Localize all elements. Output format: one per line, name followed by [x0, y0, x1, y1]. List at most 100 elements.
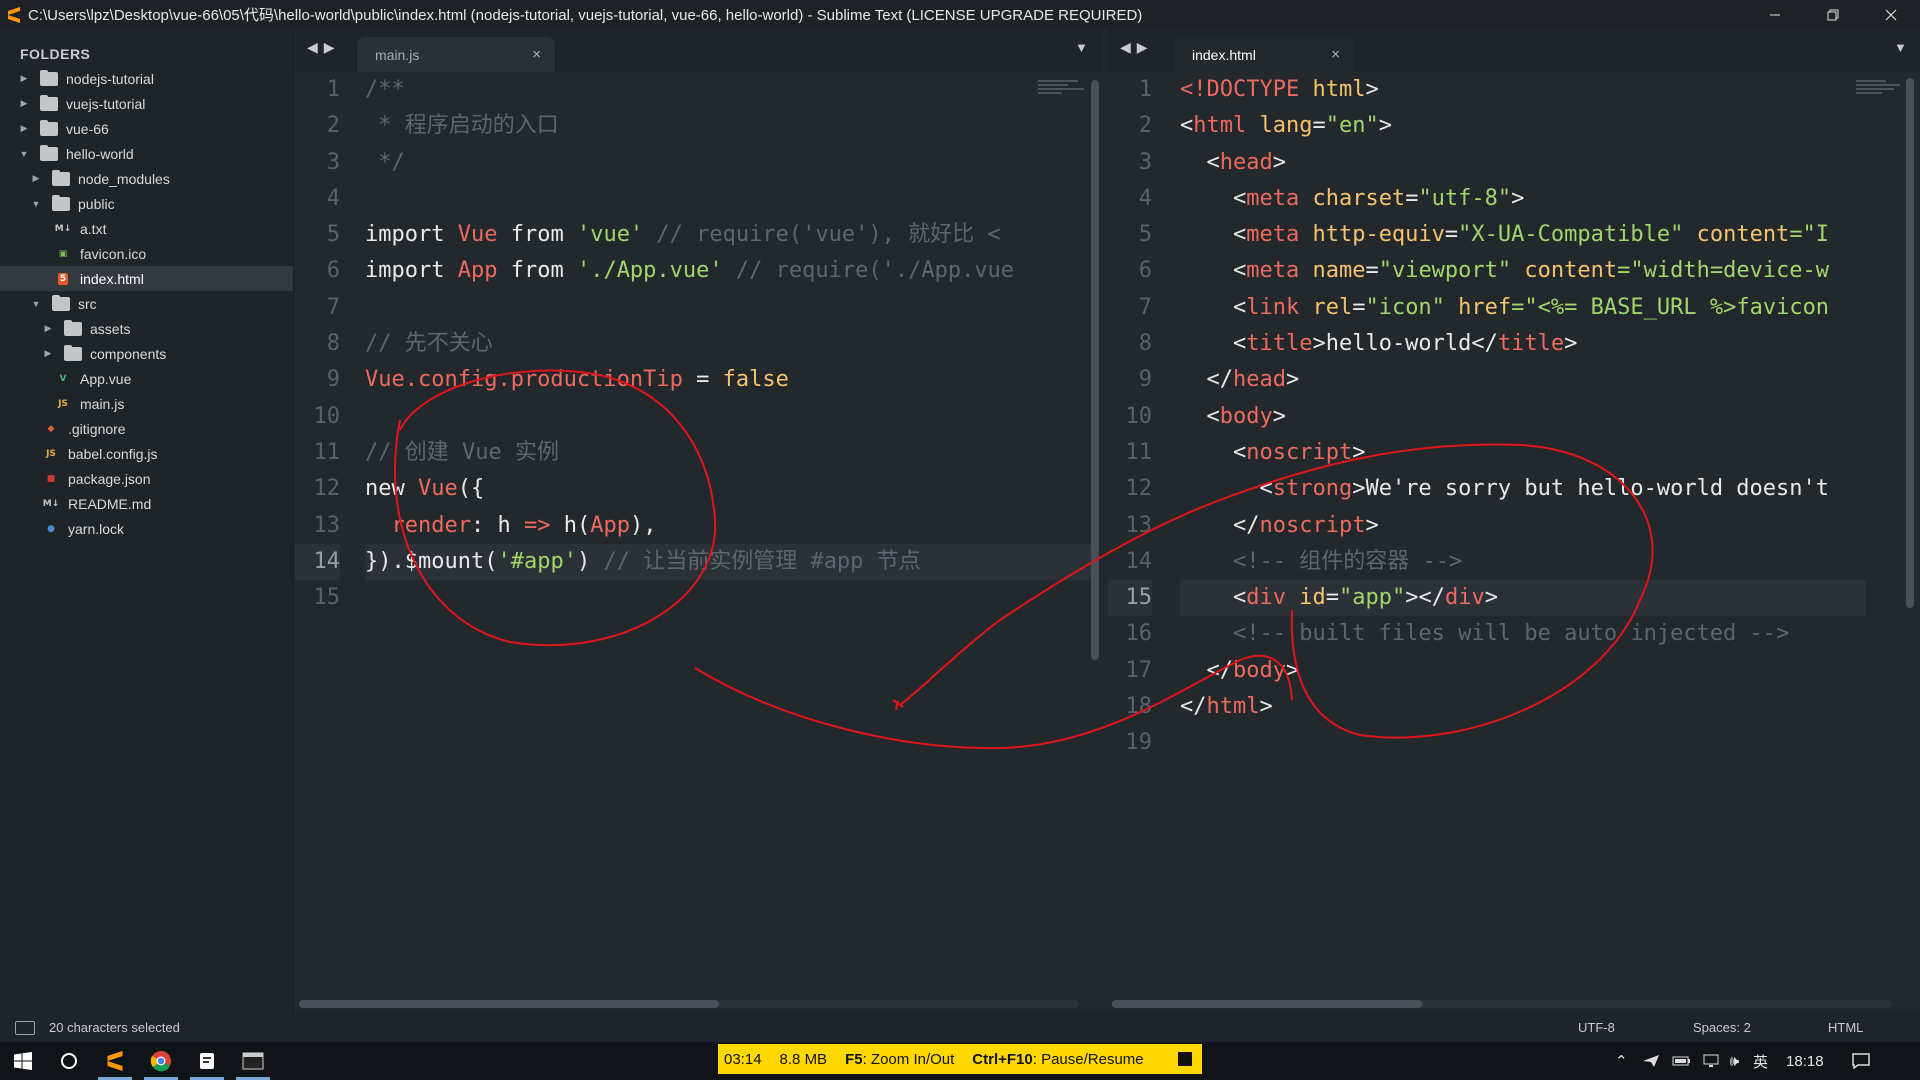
code-area[interactable]: /** * 程序启动的入口 */ import Vue from 'vue' /…: [365, 72, 1093, 616]
sidebar-item-src[interactable]: ▼ src: [0, 291, 293, 316]
code-line[interactable]: <!-- built files will be auto injected -…: [1180, 616, 1866, 652]
expanded-arrow-icon[interactable]: ▼: [30, 199, 42, 209]
tray-overflow-icon[interactable]: ⌃: [1615, 1052, 1628, 1070]
code-line[interactable]: import App from './App.vue' // require('…: [365, 253, 1093, 289]
windows-start-icon[interactable]: [0, 1042, 46, 1080]
sidebar-item-main-js[interactable]: JS main.js: [0, 391, 293, 416]
tab-close-icon[interactable]: ×: [1331, 46, 1340, 63]
collapsed-arrow-icon[interactable]: ▶: [18, 73, 30, 84]
tab-index-html[interactable]: index.html ×: [1174, 37, 1354, 72]
collapsed-arrow-icon[interactable]: ▶: [18, 123, 30, 134]
tab-main-js[interactable]: main.js ×: [357, 37, 555, 72]
sidebar-item-app-vue[interactable]: V App.vue: [0, 366, 293, 391]
sidebar-item-vue-66[interactable]: ▶ vue-66: [0, 116, 293, 141]
ime-indicator[interactable]: 英: [1753, 1051, 1768, 1072]
code-line[interactable]: <head>: [1180, 145, 1866, 181]
sidebar-item-babel-config-js[interactable]: JS babel.config.js: [0, 441, 293, 466]
code-line[interactable]: render: h => h(App),: [365, 508, 1093, 544]
code-line[interactable]: <meta charset="utf-8">: [1180, 181, 1866, 217]
vertical-scrollbar[interactable]: [1091, 80, 1099, 660]
sidebar-item-yarn-lock[interactable]: ● yarn.lock: [0, 516, 293, 541]
close-window-button[interactable]: [1862, 0, 1920, 29]
terminal-icon[interactable]: [230, 1042, 276, 1080]
code-line[interactable]: <link rel="icon" href="<%= BASE_URL %>fa…: [1180, 290, 1866, 326]
code-line[interactable]: [1180, 725, 1866, 761]
panel-toggle-icon[interactable]: [15, 1020, 35, 1035]
horizontal-scrollbar[interactable]: [299, 1000, 719, 1008]
code-line[interactable]: [365, 290, 1093, 326]
code-line[interactable]: }).$mount('#app') // 让当前实例管理 #app 节点: [365, 543, 1093, 581]
clock[interactable]: 18:18: [1786, 1053, 1824, 1070]
code-token: </: [1180, 657, 1233, 683]
code-line[interactable]: */: [365, 145, 1093, 181]
sidebar-item-readme-md[interactable]: M↓ README.md: [0, 491, 293, 516]
volume-icon[interactable]: 🕪: [1730, 1053, 1739, 1070]
sublime-text-icon[interactable]: [92, 1042, 138, 1080]
code-token: : h: [470, 512, 524, 538]
sidebar-item--gitignore[interactable]: ◆ .gitignore: [0, 416, 293, 441]
sidebar-item-package-json[interactable]: ■ package.json: [0, 466, 293, 491]
collapsed-arrow-icon[interactable]: ▶: [42, 348, 54, 359]
vertical-scrollbar[interactable]: [1906, 78, 1914, 608]
code-line[interactable]: [365, 181, 1093, 217]
code-line[interactable]: * 程序启动的入口: [365, 108, 1093, 144]
horizontal-scrollbar[interactable]: [1112, 1000, 1422, 1008]
code-line[interactable]: <title>hello-world</title>: [1180, 326, 1866, 362]
indent-status[interactable]: Spaces: 2: [1693, 1013, 1751, 1042]
minimap[interactable]: [1038, 78, 1088, 106]
notes-app-icon[interactable]: [184, 1042, 230, 1080]
cortana-search-icon[interactable]: [46, 1042, 92, 1080]
code-line[interactable]: </html>: [1180, 689, 1866, 725]
sidebar-item-favicon-ico[interactable]: ▣ favicon.ico: [0, 241, 293, 266]
expanded-arrow-icon[interactable]: ▼: [30, 299, 42, 309]
editor-main-js[interactable]: 1 2 3 4 5 6 7 8 9 10 11 12 13 14 15 /** * 程序启动的入口 */ i…: [295, 72, 1103, 1012]
collapsed-arrow-icon[interactable]: ▶: [30, 173, 42, 184]
code-line[interactable]: [365, 580, 1093, 616]
sidebar-item-a-txt[interactable]: M↓ a.txt: [0, 216, 293, 241]
code-line[interactable]: <body>: [1180, 399, 1866, 435]
code-line[interactable]: <meta name="viewport" content="width=dev…: [1180, 253, 1866, 289]
tab-nav-arrows[interactable]: ◀▶: [1120, 39, 1154, 56]
code-line[interactable]: </noscript>: [1180, 508, 1866, 544]
syntax-status[interactable]: HTML: [1828, 1013, 1863, 1042]
code-line[interactable]: <strong>We're sorry but hello-world does…: [1180, 471, 1866, 507]
code-line[interactable]: [365, 399, 1093, 435]
code-line[interactable]: Vue.config.productionTip = false: [365, 362, 1093, 398]
tab-dropdown-icon[interactable]: ▼: [1075, 40, 1088, 55]
code-line[interactable]: </head>: [1180, 362, 1866, 398]
code-line[interactable]: <noscript>: [1180, 435, 1866, 471]
code-line[interactable]: /**: [365, 72, 1093, 108]
chrome-icon[interactable]: [138, 1042, 184, 1080]
collapsed-arrow-icon[interactable]: ▶: [42, 323, 54, 334]
code-line[interactable]: // 创建 Vue 实例: [365, 435, 1093, 471]
tab-close-icon[interactable]: ×: [532, 46, 541, 63]
sidebar-item-vuejs-tutorial[interactable]: ▶ vuejs-tutorial: [0, 91, 293, 116]
sidebar-item-assets[interactable]: ▶ assets: [0, 316, 293, 341]
sidebar-item-node-modules[interactable]: ▶ node_modules: [0, 166, 293, 191]
encoding-status[interactable]: UTF-8: [1578, 1013, 1615, 1042]
minimize-button[interactable]: [1746, 0, 1804, 29]
collapsed-arrow-icon[interactable]: ▶: [18, 98, 30, 109]
code-line[interactable]: <html lang="en">: [1180, 108, 1866, 144]
code-area[interactable]: <!DOCTYPE html> <html lang="en"> <head> <…: [1180, 72, 1866, 762]
code-line[interactable]: import Vue from 'vue' // require('vue'),…: [365, 217, 1093, 253]
expanded-arrow-icon[interactable]: ▼: [18, 149, 30, 159]
code-line[interactable]: // 先不关心: [365, 326, 1093, 362]
code-line[interactable]: <!-- 组件的容器 -->: [1180, 544, 1866, 580]
sidebar-item-hello-world[interactable]: ▼ hello-world: [0, 141, 293, 166]
sidebar-item-index-html[interactable]: 5 index.html: [0, 266, 293, 291]
sidebar-item-components[interactable]: ▶ components: [0, 341, 293, 366]
code-line[interactable]: new Vue({: [365, 471, 1093, 507]
restore-button[interactable]: [1804, 0, 1862, 29]
code-line[interactable]: </body>: [1180, 653, 1866, 689]
minimap[interactable]: [1856, 78, 1906, 106]
stop-record-icon[interactable]: [1178, 1052, 1192, 1066]
code-line[interactable]: <div id="app"></div>: [1180, 580, 1866, 617]
tab-nav-arrows[interactable]: ◀▶: [307, 39, 341, 56]
code-line[interactable]: <!DOCTYPE html>: [1180, 72, 1866, 108]
sidebar-item-nodejs-tutorial[interactable]: ▶ nodejs-tutorial: [0, 66, 293, 91]
tab-dropdown-icon[interactable]: ▼: [1894, 40, 1907, 55]
code-line[interactable]: <meta http-equiv="X-UA-Compatible" conte…: [1180, 217, 1866, 253]
editor-index-html[interactable]: 1 2 3 4 5 6 7 8 9 10 11 12 13 14 15 16 17 18 19 <!DOCTYPE …: [1108, 72, 1920, 1012]
sidebar-item-public[interactable]: ▼ public: [0, 191, 293, 216]
